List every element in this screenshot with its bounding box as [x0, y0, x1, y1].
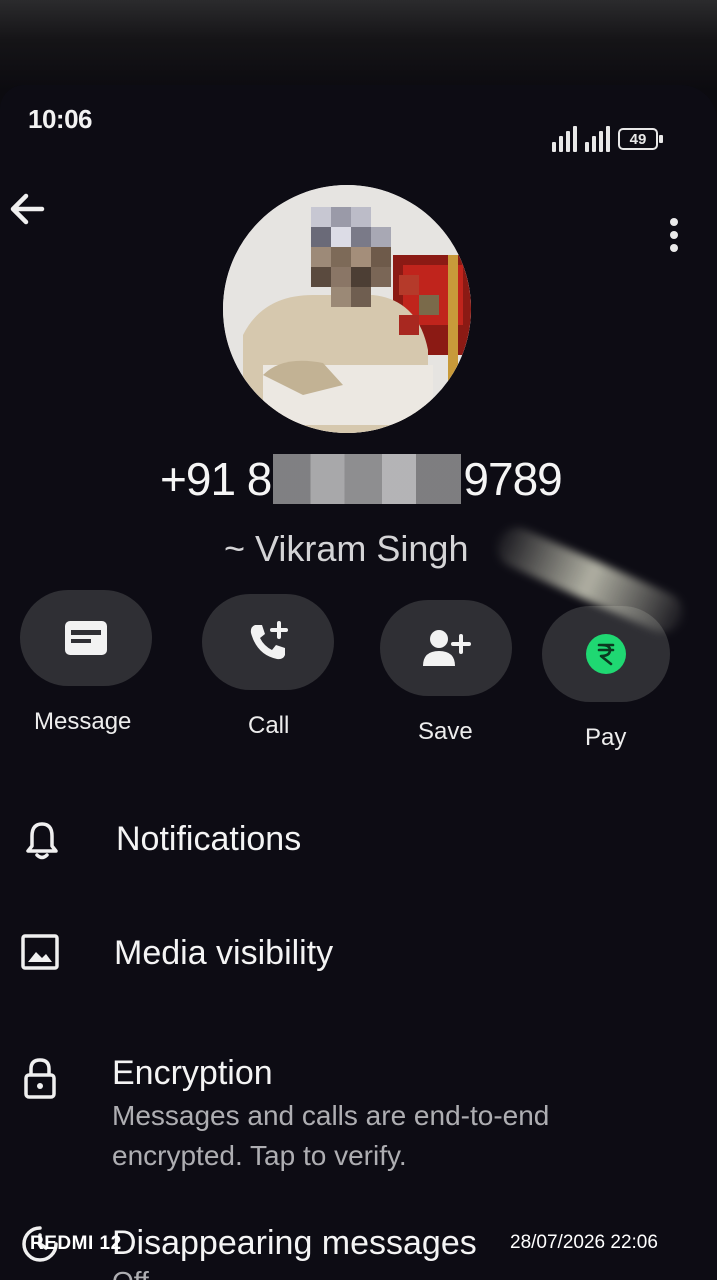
back-button[interactable] — [6, 188, 48, 230]
media-visibility-row-icon[interactable] — [18, 930, 62, 974]
more-options-icon — [670, 218, 678, 226]
battery-level: 49 — [629, 130, 647, 148]
message-label: Message — [34, 708, 132, 735]
encryption-row-icon[interactable] — [18, 1056, 62, 1100]
camera-watermark-device: REDMI 12 — [30, 1233, 122, 1254]
rupee-icon — [586, 634, 626, 674]
message-button[interactable] — [20, 590, 152, 686]
status-icons: 49 — [552, 126, 663, 152]
battery-icon: 49 — [618, 128, 663, 150]
lock-icon — [24, 1058, 56, 1099]
add-call-icon — [250, 621, 288, 660]
notifications-title[interactable]: Notifications — [116, 820, 301, 859]
message-icon — [65, 621, 107, 655]
phone-suffix: 9789 — [463, 453, 562, 505]
disappearing-title[interactable]: Disappearing messages — [112, 1224, 477, 1263]
add-contact-icon — [423, 630, 471, 666]
image-icon — [21, 934, 59, 970]
disappearing-subtitle: Off — [112, 1262, 632, 1280]
encryption-subtitle: Messages and calls are end-to-end encryp… — [112, 1100, 550, 1171]
call-button[interactable] — [202, 594, 334, 690]
signal-icon — [552, 126, 577, 152]
back-arrow-icon — [10, 193, 45, 225]
photo-frame: 10:06 49 +91 8 9789 ~ Vikram Singh Messa… — [0, 0, 717, 1280]
save-button[interactable] — [380, 600, 512, 696]
signal-2-icon — [585, 126, 610, 152]
save-label: Save — [418, 718, 473, 745]
profile-photo — [223, 185, 471, 433]
encryption-title[interactable]: Encryption — [112, 1054, 273, 1093]
contact-phone-number: +91 8 9789 — [160, 452, 563, 506]
notifications-row-icon[interactable] — [20, 818, 64, 862]
profile-avatar[interactable] — [223, 185, 471, 433]
call-label: Call — [248, 712, 290, 739]
more-options-button[interactable] — [658, 212, 690, 258]
redacted-digits — [273, 454, 462, 504]
status-time: 10:06 — [28, 104, 93, 134]
phone-prefix: +91 8 — [160, 453, 272, 505]
bell-icon — [26, 822, 58, 860]
media-visibility-title[interactable]: Media visibility — [114, 934, 333, 973]
camera-watermark-datetime: 28/07/2026 22:06 — [510, 1232, 658, 1253]
pay-label: Pay — [585, 724, 627, 751]
contact-name: ~ Vikram Singh — [224, 528, 469, 569]
